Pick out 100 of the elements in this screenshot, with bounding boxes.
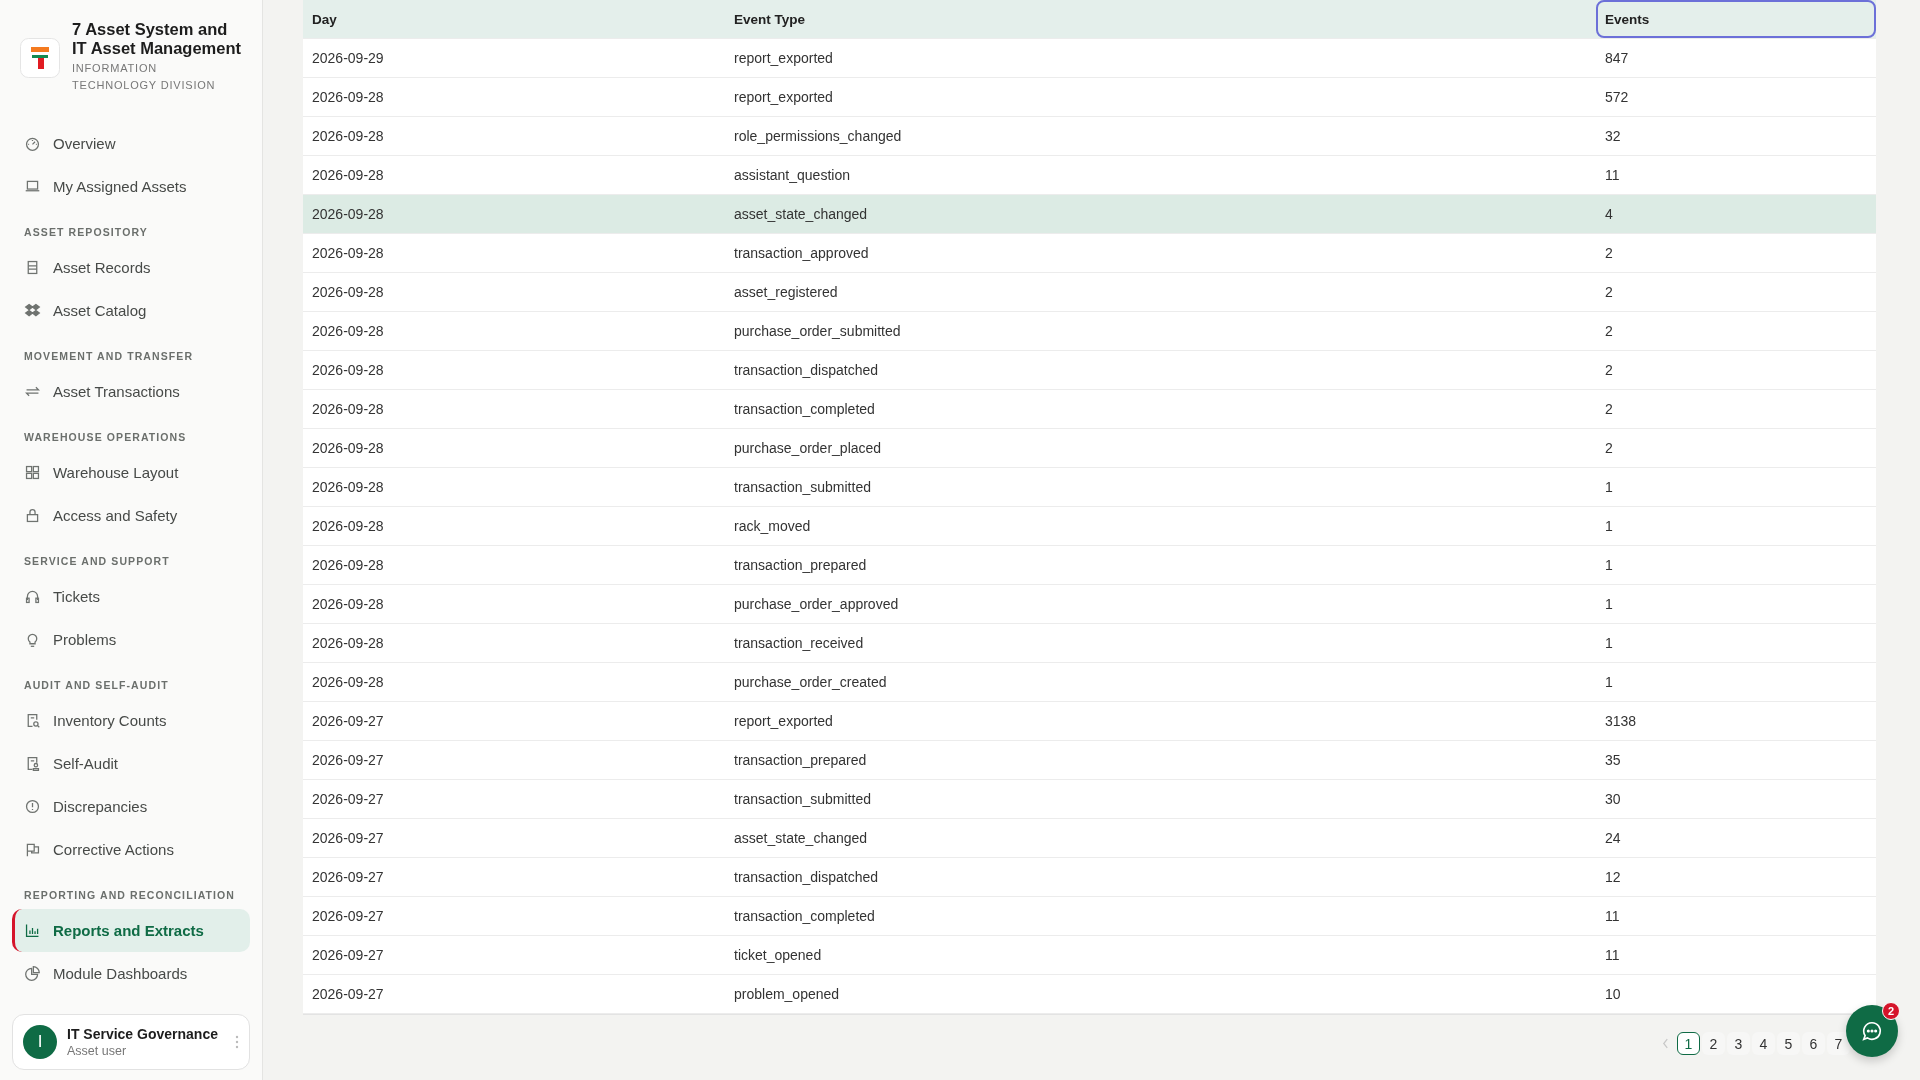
nav-item[interactable]: Tickets: [12, 575, 250, 618]
table-cell-text: 24: [1604, 829, 1622, 848]
table-cell-text: 32: [1604, 127, 1622, 146]
table-cell-text: 2026-09-28: [311, 166, 385, 185]
page-button[interactable]: 3: [1727, 1032, 1750, 1055]
table-cell-text: 2: [1604, 322, 1614, 341]
more-icon[interactable]: [235, 1035, 239, 1049]
chart-icon: [24, 922, 41, 939]
table-cell-text: 35: [1604, 751, 1622, 770]
page-button[interactable]: 2: [1702, 1032, 1725, 1055]
nav-item[interactable]: Discrepancies: [12, 785, 250, 828]
nav-item[interactable]: Module Dashboards: [12, 952, 250, 995]
table-row[interactable]: 2026-09-28 transaction_completed 2: [303, 390, 1876, 429]
nav-item[interactable]: Overview: [12, 122, 250, 165]
nav-item[interactable]: Asset Records: [12, 246, 250, 289]
table-row[interactable]: 2026-09-28 rack_moved 1: [303, 507, 1876, 546]
table-row[interactable]: 2026-09-28 asset_registered 2: [303, 273, 1876, 312]
table-cell-text: transaction_submitted: [733, 790, 872, 809]
nav-item[interactable]: Reports and Extracts: [12, 909, 250, 952]
table-row[interactable]: 2026-09-28 transaction_dispatched 2: [303, 351, 1876, 390]
table-row[interactable]: 2026-09-28 purchase_order_submitted 2: [303, 312, 1876, 351]
table-cell-text: purchase_order_approved: [733, 595, 900, 614]
table-row[interactable]: 2026-09-27 asset_state_changed 24: [303, 819, 1876, 858]
table-cell-text: transaction_prepared: [733, 751, 868, 770]
nav-item[interactable]: Problems: [12, 618, 250, 661]
table-cell-text: asset_state_changed: [733, 205, 869, 224]
table-cell-text: 2026-09-28: [311, 205, 385, 224]
nav-item[interactable]: My Assigned Assets: [12, 165, 250, 208]
table-cell-text: 2026-09-27: [311, 868, 385, 887]
table-row[interactable]: 2026-09-27 transaction_prepared 35: [303, 741, 1876, 780]
headset-icon: [24, 588, 41, 605]
nav-item[interactable]: Asset Catalog: [12, 289, 250, 332]
table-cell-text: 2: [1604, 439, 1614, 458]
column-header[interactable]: Event Type: [725, 0, 1596, 38]
table-cell-text: 11: [1604, 166, 1621, 185]
table-cell-text: purchase_order_submitted: [733, 322, 902, 341]
table-cell-text: purchase_order_created: [733, 673, 888, 692]
table-cell-text: 2026-09-29: [311, 49, 385, 68]
table-row[interactable]: 2026-09-28 asset_state_changed 4: [303, 195, 1876, 234]
table-row[interactable]: 2026-09-28 transaction_submitted 1: [303, 468, 1876, 507]
table-cell-text: transaction_submitted: [733, 478, 872, 497]
table-cell-text: 4: [1604, 205, 1614, 224]
page-button[interactable]: 6: [1802, 1032, 1825, 1055]
table-cell-text: asset_registered: [733, 283, 839, 302]
nav-item[interactable]: Warehouse Layout: [12, 451, 250, 494]
page-button[interactable]: 1: [1677, 1032, 1700, 1055]
table-cell-text: 2026-09-28: [311, 517, 385, 536]
page-button[interactable]: 4: [1752, 1032, 1775, 1055]
table-cell-text: 1: [1604, 673, 1614, 692]
nav-item[interactable]: Access and Safety: [12, 494, 250, 537]
page-button[interactable]: 5: [1777, 1032, 1800, 1055]
user-card[interactable]: I IT Service Governance Asset user: [12, 1014, 250, 1070]
user-role: Asset user: [67, 1044, 128, 1058]
table-cell-text: 2026-09-28: [311, 673, 385, 692]
table-cell-text: 2026-09-28: [311, 556, 385, 575]
table-row[interactable]: 2026-09-27 transaction_completed 11: [303, 897, 1876, 936]
table-cell-text: 2026-09-27: [311, 712, 385, 731]
table-cell-text: rack_moved: [733, 517, 812, 536]
table-cell-text: 1: [1604, 517, 1614, 536]
table-row[interactable]: 2026-09-28 role_permissions_changed 32: [303, 117, 1876, 156]
table-row[interactable]: 2026-09-27 ticket_opened 11: [303, 936, 1876, 975]
table-row[interactable]: 2026-09-27 transaction_submitted 30: [303, 780, 1876, 819]
table-cell-text: report_exported: [733, 49, 834, 68]
table-cell-text: transaction_approved: [733, 244, 870, 263]
table-cell-text: 2026-09-27: [311, 907, 385, 926]
table-cell-text: 2026-09-28: [311, 439, 385, 458]
nav-item[interactable]: Corrective Actions: [12, 828, 250, 871]
table-cell-text: 1: [1604, 634, 1614, 653]
table-row[interactable]: 2026-09-27 report_exported 3138: [303, 702, 1876, 741]
table-row[interactable]: 2026-09-28 transaction_approved 2: [303, 234, 1876, 273]
nav-item[interactable]: Self-Audit: [12, 742, 250, 785]
table-cell-text: 12: [1604, 868, 1622, 887]
section-heading: AUDIT AND SELF-AUDIT: [23, 678, 170, 693]
table-row[interactable]: 2026-09-28 purchase_order_placed 2: [303, 429, 1876, 468]
column-header[interactable]: Day: [303, 0, 725, 38]
table-cell-text: 11: [1604, 907, 1621, 926]
logo-icon: [20, 38, 60, 78]
gauge-icon: [24, 135, 41, 152]
previous-page-icon[interactable]: [1662, 1038, 1669, 1049]
table-cell-text: 1: [1604, 478, 1614, 497]
page-button[interactable]: 7: [1827, 1032, 1850, 1055]
nav-item[interactable]: Inventory Counts: [12, 699, 250, 742]
table-cell-text: transaction_dispatched: [733, 361, 879, 380]
table-row[interactable]: 2026-09-27 transaction_dispatched 12: [303, 858, 1876, 897]
table-row[interactable]: 2026-09-29 report_exported 847: [303, 39, 1876, 78]
table-cell-text: 2026-09-28: [311, 400, 385, 419]
column-header[interactable]: Events: [1596, 0, 1876, 38]
nav-item[interactable]: Asset Transactions: [12, 370, 250, 413]
table-cell-text: 30: [1604, 790, 1622, 809]
table-cell-text: 2: [1604, 400, 1614, 419]
table-cell-text: 2: [1604, 361, 1614, 380]
table-row[interactable]: 2026-09-28 purchase_order_created 1: [303, 663, 1876, 702]
table-row[interactable]: 2026-09-27 problem_opened 10: [303, 975, 1876, 1014]
table-row[interactable]: 2026-09-28 report_exported 572: [303, 78, 1876, 117]
table-cell-text: 2026-09-27: [311, 985, 385, 1004]
table-row[interactable]: 2026-09-28 purchase_order_approved 1: [303, 585, 1876, 624]
table-row[interactable]: 2026-09-28 transaction_received 1: [303, 624, 1876, 663]
table-row[interactable]: 2026-09-28 transaction_prepared 1: [303, 546, 1876, 585]
section-heading: MOVEMENT AND TRANSFER: [23, 349, 195, 364]
table-cell-text: 2026-09-28: [311, 322, 385, 341]
